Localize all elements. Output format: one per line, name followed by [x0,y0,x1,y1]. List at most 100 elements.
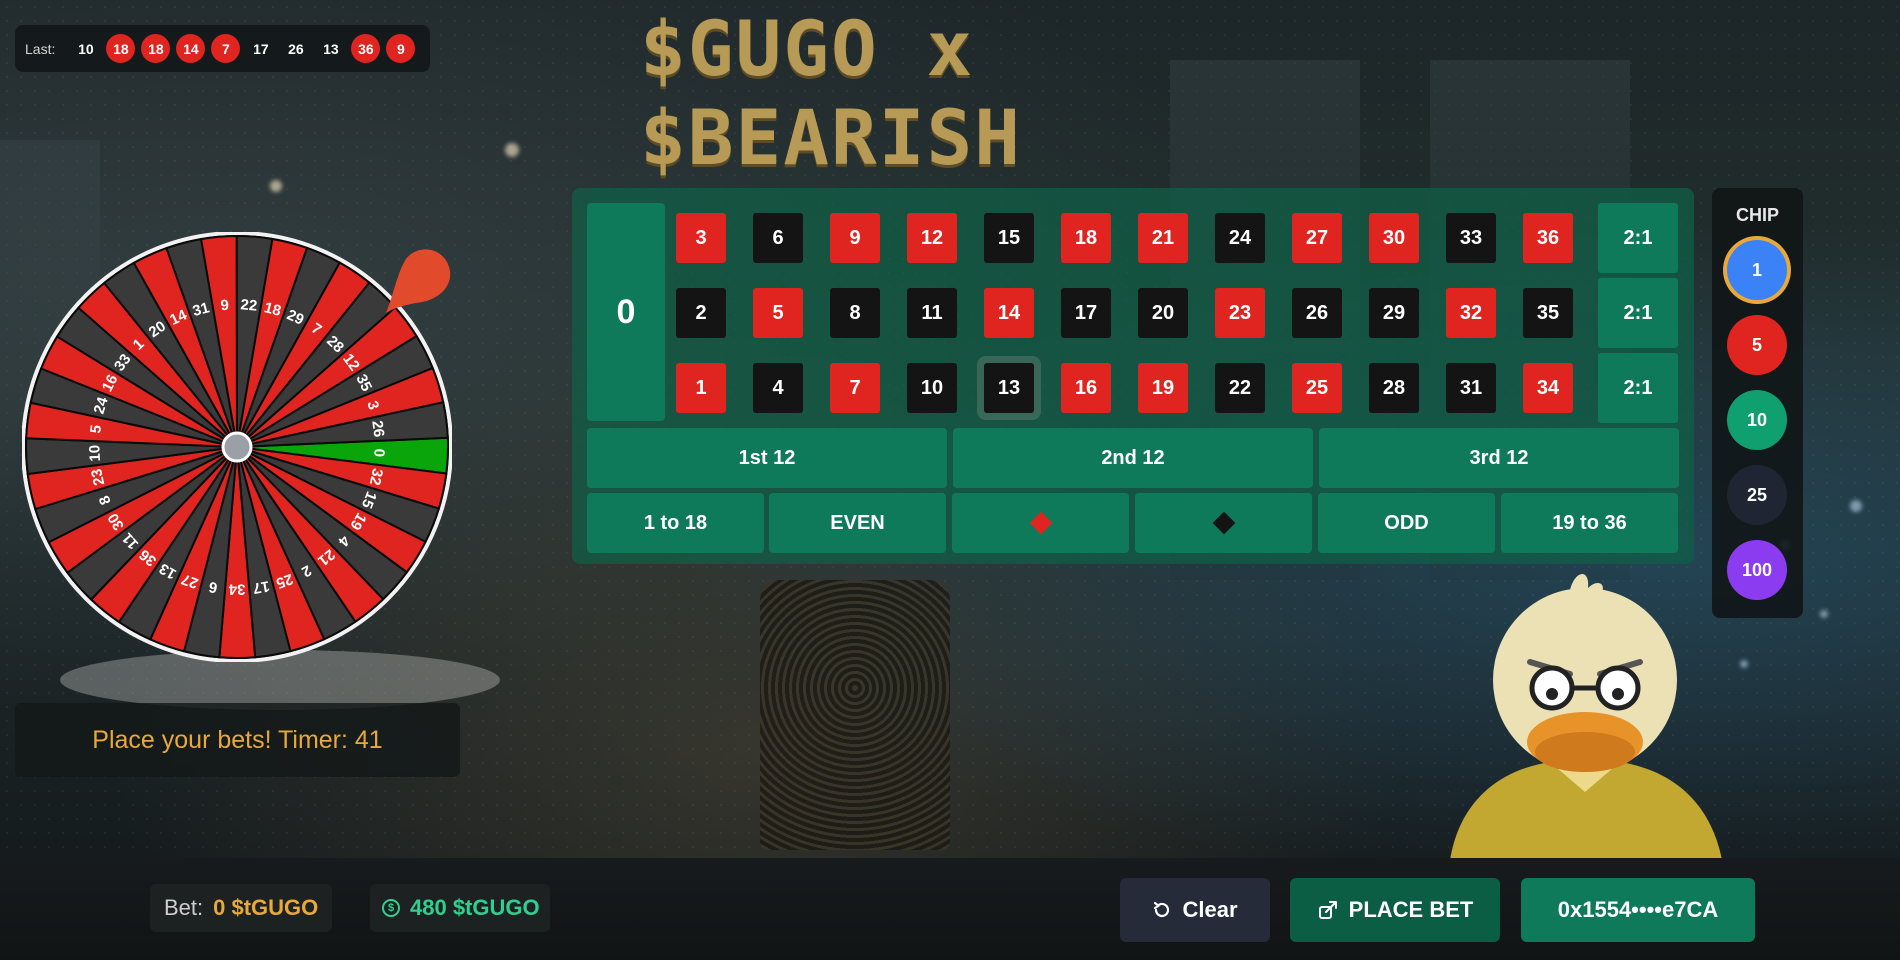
last-result-item: 13 [323,40,339,57]
wheel-number: 0 [370,448,387,457]
wheel-hub [221,431,253,463]
bet-number-32[interactable]: 32 [1446,288,1496,338]
bet-number-23[interactable]: 23 [1215,288,1265,338]
bet-number-1[interactable]: 1 [676,363,726,413]
bet-number-9[interactable]: 9 [830,213,880,263]
bet-number-13[interactable]: 13 [984,363,1034,413]
chip-25[interactable]: 25 [1727,465,1787,525]
bet-number-21[interactable]: 21 [1138,213,1188,263]
column-bet-bottom[interactable]: 2:1 [1598,353,1678,423]
wallet-button[interactable]: 0x1554••••e7CA [1521,878,1755,942]
bet-number-3[interactable]: 3 [676,213,726,263]
balance-display: $ 480 $tGUGO [370,884,550,932]
bet-number-36[interactable]: 36 [1523,213,1573,263]
bet-number-25[interactable]: 25 [1292,363,1342,413]
last-result-item: 9 [386,34,416,63]
last-result-item: 14 [176,34,206,63]
bottom-bar: Bet: 0 $tGUGO $ 480 $tGUGO Clear PLACE B… [0,858,1900,960]
clear-button-label: Clear [1182,897,1238,922]
bet-number-20[interactable]: 20 [1138,288,1188,338]
last-result-item: 10 [78,40,94,57]
city-light [1850,500,1862,512]
decor-basket [760,580,950,850]
bet-number-35[interactable]: 35 [1523,288,1573,338]
chip-title: CHIP [1735,205,1779,225]
duck-mascot [1450,573,1722,860]
bet-even[interactable]: EVEN [769,493,946,553]
bet-amount: 0 $tGUGO [213,895,319,920]
wheel-number: 10 [86,444,104,461]
bet-number-14[interactable]: 14 [984,288,1034,338]
wheel-number: 26 [368,419,387,438]
bet-number-33[interactable]: 33 [1446,213,1496,263]
last-result-item: 36 [351,34,381,63]
bet-19-to-36[interactable]: 19 to 36 [1501,493,1678,553]
betting-board: 0 3 6 9 12 15 18 21 24 27 30 33 36 2 5 8 11 14 17 20 23 26 29… [572,188,1694,564]
ceiling-light [270,180,282,192]
wheel-number: 22 [240,296,258,314]
chip-10[interactable]: 10 [1727,390,1787,450]
last-result-item: 18 [106,34,136,63]
column-bet-middle[interactable]: 2:1 [1598,278,1678,348]
send-icon [1318,901,1337,919]
bet-number-31[interactable]: 31 [1446,363,1496,413]
city-light [1820,610,1828,618]
status-message: Place your bets! Timer: 41 [15,703,460,777]
wheel-number: 17 [251,577,270,597]
bet-black[interactable] [1135,493,1312,553]
bet-number-24[interactable]: 24 [1215,213,1265,263]
bet-number-11[interactable]: 11 [907,288,957,338]
last-results-label: Last: [25,40,56,57]
bet-number-2[interactable]: 2 [676,288,726,338]
last-result-item: 18 [141,34,171,63]
bet-zero[interactable]: 0 [587,203,665,421]
page-title: $GUGO x $BEARISH [640,4,1023,182]
bet-label: Bet: [164,895,204,920]
bet-number-30[interactable]: 30 [1369,213,1419,263]
wheel-number: 9 [220,297,230,315]
bet-summary: Bet: 0 $tGUGO [150,884,333,932]
red-diamond-icon [1029,511,1052,535]
bet-number-8[interactable]: 8 [830,288,880,338]
clear-button[interactable]: Clear [1120,878,1270,942]
bet-number-6[interactable]: 6 [753,213,803,263]
bet-number-15[interactable]: 15 [984,213,1034,263]
wheel-number: 32 [366,467,386,487]
bet-number-17[interactable]: 17 [1061,288,1111,338]
place-bet-button[interactable]: PLACE BET [1290,878,1500,942]
bet-number-22[interactable]: 22 [1215,363,1265,413]
bet-dozen-3[interactable]: 3rd 12 [1319,428,1679,488]
bet-number-34[interactable]: 34 [1523,363,1573,413]
bet-number-19[interactable]: 19 [1138,363,1188,413]
bet-number-18[interactable]: 18 [1061,213,1111,263]
chip-selector: CHIP 1 5 10 25 100 [1712,188,1803,618]
coin-icon: $ [382,899,400,917]
bet-1-to-18[interactable]: 1 to 18 [587,493,764,553]
bet-red[interactable] [952,493,1129,553]
bet-number-27[interactable]: 27 [1292,213,1342,263]
bet-dozen-1[interactable]: 1st 12 [587,428,947,488]
chip-1[interactable]: 1 [1727,240,1787,300]
bet-number-12[interactable]: 12 [907,213,957,263]
reset-icon [1154,901,1170,918]
last-result-item: 26 [288,40,304,57]
bet-number-4[interactable]: 4 [753,363,803,413]
bet-number-29[interactable]: 29 [1369,288,1419,338]
bet-number-5[interactable]: 5 [753,288,803,338]
bet-odd[interactable]: ODD [1318,493,1495,553]
bet-number-10[interactable]: 10 [907,363,957,413]
black-diamond-icon [1212,511,1235,535]
bet-number-28[interactable]: 28 [1369,363,1419,413]
bet-number-7[interactable]: 7 [830,363,880,413]
last-result-item: 7 [211,34,241,63]
ceiling-light [505,143,519,157]
column-bet-top[interactable]: 2:1 [1598,203,1678,273]
last-results-bar: Last: 10 18 18 14 7 17 26 13 36 9 [15,25,430,72]
wheel-number: 34 [228,580,245,597]
wheel-pointer-icon [386,249,451,313]
balance-amount: 480 $tGUGO [410,895,540,920]
chip-5[interactable]: 5 [1727,315,1787,375]
bet-number-26[interactable]: 26 [1292,288,1342,338]
bet-number-16[interactable]: 16 [1061,363,1111,413]
bet-dozen-2[interactable]: 2nd 12 [953,428,1313,488]
